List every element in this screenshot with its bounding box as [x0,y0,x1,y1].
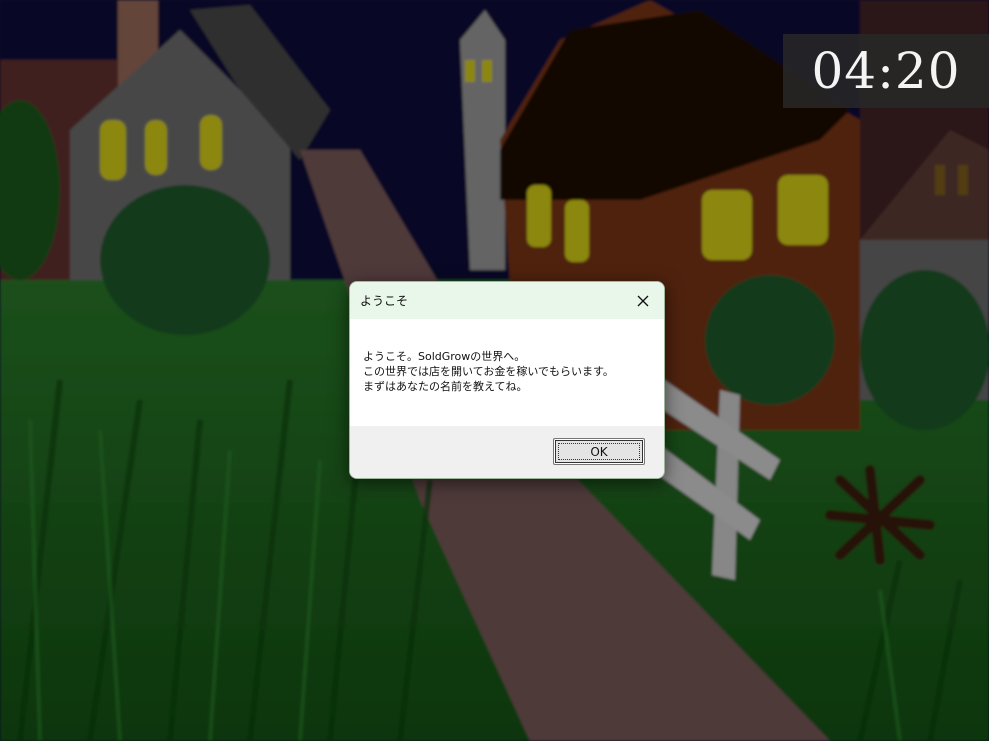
dialog-titlebar: ようこそ [350,282,664,319]
clock-time: 04:20 [811,42,961,100]
message-line: この世界では店を開いてお金を稼いでもらいます。 [363,365,614,378]
dialog-footer: OK [350,426,664,478]
close-button[interactable] [622,282,664,319]
message-line: ようこそ。SoldGrowの世界へ。 [363,350,526,363]
welcome-dialog: ようこそ ようこそ。SoldGrowの世界へ。 この世界では店を開いてお金を稼い… [349,281,665,479]
clock-display: 04:20 [783,34,989,108]
message-line: まずはあなたの名前を教えてね。 [363,380,528,393]
dialog-body: ようこそ。SoldGrowの世界へ。 この世界では店を開いてお金を稼いでもらいま… [350,319,664,425]
dialog-message: ようこそ。SoldGrowの世界へ。 この世界では店を開いてお金を稼いでもらいま… [363,349,614,394]
dialog-title: ようこそ [360,294,409,308]
ok-button[interactable]: OK [553,438,645,465]
close-icon [637,295,649,306]
focus-ring [558,443,640,460]
